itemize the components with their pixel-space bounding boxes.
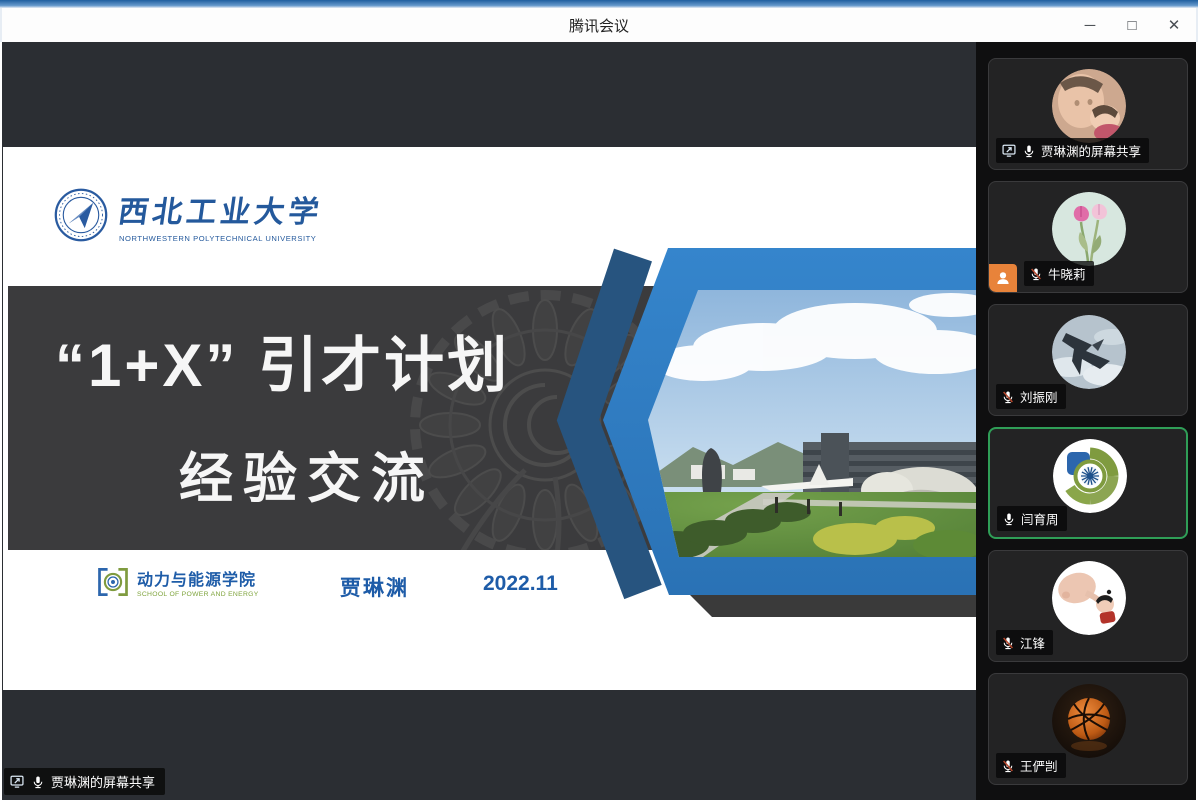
participant-name: 江锋 <box>1020 633 1045 652</box>
presenter-name: 贾琳渊 <box>340 572 409 602</box>
participant-name: 王俨剀 <box>1020 756 1058 775</box>
school-logo-icon <box>95 564 131 600</box>
participant-tile[interactable]: 江锋 <box>988 550 1188 662</box>
mic-muted-icon <box>1029 266 1043 282</box>
screen-share-icon <box>1001 143 1017 158</box>
participant-name-pill: 贾琳渊的屏幕共享 <box>996 138 1149 163</box>
basketball-avatar <box>1052 684 1126 758</box>
slide-date: 2022.11 <box>483 572 558 596</box>
school-logo-block: 动力与能源学院 SCHOOL OF POWER AND ENERGY <box>95 564 259 600</box>
participant-name-pill: 刘振刚 <box>996 384 1066 409</box>
maximize-button[interactable]: □ <box>1118 11 1146 39</box>
screen-share-status-text: 贾琳渊的屏幕共享 <box>51 772 155 791</box>
screen-share-status-pill: 贾琳渊的屏幕共享 <box>4 768 165 795</box>
school-name-cn: 动力与能源学院 <box>137 566 259 590</box>
person-placeholder-badge <box>989 264 1017 292</box>
cartoon-kids-avatar <box>1052 561 1126 635</box>
mic-muted-icon <box>1001 389 1015 405</box>
window-controls: ─ □ ✕ <box>1076 8 1188 42</box>
npu-emblem-icon <box>53 187 109 243</box>
fighter-jet-avatar <box>1052 315 1126 389</box>
participant-tile[interactable]: 王俨剀 <box>988 673 1188 785</box>
participant-name-pill: 江锋 <box>996 630 1053 655</box>
participant-name: 刘振刚 <box>1020 387 1058 406</box>
participant-tile[interactable]: 牛晓莉 <box>988 181 1188 293</box>
window-accent-bar <box>0 0 1198 8</box>
mic-on-icon <box>31 774 45 790</box>
chevron-drop-shadow <box>690 595 976 617</box>
university-logo-block: 西北工业大学 NORTHWESTERN POLYTECHNICAL UNIVER… <box>53 187 323 243</box>
participants-sidebar: 贾琳渊的屏幕共享 牛晓莉 刘振刚 闫育周 <box>976 42 1196 800</box>
participant-tile[interactable]: 贾琳渊的屏幕共享 <box>988 58 1188 170</box>
mic-on-icon <box>1002 511 1016 527</box>
participant-name-pill: 闫育周 <box>997 506 1067 531</box>
window-title: 腾讯会议 <box>569 15 629 36</box>
minimize-button[interactable]: ─ <box>1076 11 1104 39</box>
school-logo-avatar <box>1053 439 1127 513</box>
participant-name-pill: 王俨剀 <box>996 753 1066 778</box>
screen-share-icon <box>9 774 25 789</box>
screen-share-view: 西北工业大学 NORTHWESTERN POLYTECHNICAL UNIVER… <box>2 42 976 800</box>
participant-tile[interactable]: 刘振刚 <box>988 304 1188 416</box>
participant-tile-active[interactable]: 闫育周 <box>988 427 1188 539</box>
window-titlebar[interactable]: 腾讯会议 ─ □ ✕ <box>0 8 1198 42</box>
presentation-slide: 西北工业大学 NORTHWESTERN POLYTECHNICAL UNIVER… <box>3 147 976 690</box>
university-name-en: NORTHWESTERN POLYTECHNICAL UNIVERSITY <box>119 234 323 243</box>
participant-label-row: 牛晓莉 <box>989 261 1094 292</box>
university-name-cn: 西北工业大学 <box>116 187 326 231</box>
meeting-content: 西北工业大学 NORTHWESTERN POLYTECHNICAL UNIVER… <box>2 42 1196 800</box>
tulips-avatar <box>1052 192 1126 266</box>
participant-label-row: 江锋 <box>989 630 1053 661</box>
participant-name: 闫育周 <box>1021 509 1059 528</box>
participant-label-row: 王俨剀 <box>989 753 1066 784</box>
participant-name: 牛晓莉 <box>1048 264 1086 283</box>
campus-photo <box>641 290 976 560</box>
tencent-meeting-window: 腾讯会议 ─ □ ✕ <box>0 0 1198 803</box>
father-baby-avatar <box>1052 69 1126 143</box>
slide-title-line1: “1+X” 引才计划 <box>55 317 510 404</box>
slide-title-line2: 经验交流 <box>179 434 435 513</box>
mic-muted-icon <box>1001 635 1015 651</box>
participant-name-pill: 牛晓莉 <box>1024 261 1094 286</box>
school-name-en: SCHOOL OF POWER AND ENERGY <box>137 591 259 598</box>
participant-label-row: 贾琳渊的屏幕共享 <box>989 138 1149 169</box>
participant-name: 贾琳渊的屏幕共享 <box>1041 141 1141 160</box>
mic-muted-icon <box>1001 758 1015 774</box>
close-button[interactable]: ✕ <box>1160 11 1188 39</box>
participant-label-row: 刘振刚 <box>989 384 1066 415</box>
participant-label-row: 闫育周 <box>990 506 1067 537</box>
mic-on-icon <box>1022 143 1036 159</box>
